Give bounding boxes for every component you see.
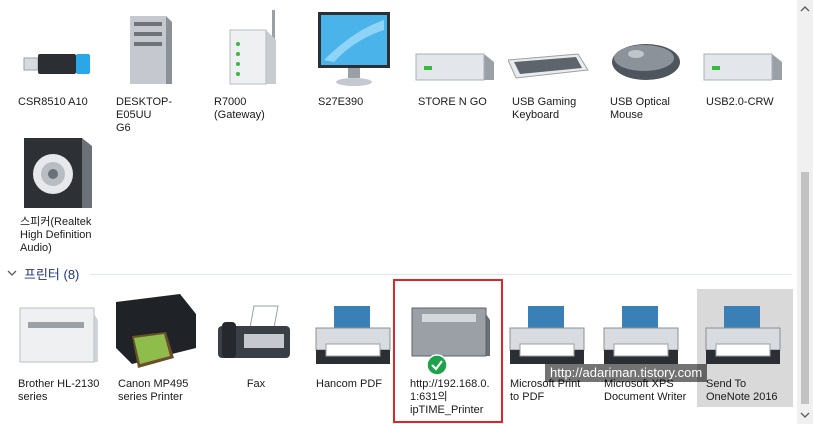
printer-label: Send To OneNote 2016: [706, 378, 778, 403]
speaker-icon: [24, 138, 92, 208]
inkjet-printer-icon: [116, 294, 196, 368]
vertical-scrollbar[interactable]: [797, 0, 813, 424]
device-desktop[interactable]: DESKTOP-E05UU G6: [112, 10, 196, 134]
watermark-text: http://adariman.tistory.com: [545, 364, 708, 382]
printer-fax[interactable]: Fax: [214, 292, 298, 412]
device-label: USB Gaming Keyboard: [512, 96, 577, 121]
group-divider: [90, 274, 792, 275]
keyboard-icon: [508, 53, 589, 79]
scroll-up-icon[interactable]: [800, 4, 810, 14]
mouse-icon: [612, 44, 680, 80]
printer-canon[interactable]: Canon MP495 series Printer: [114, 292, 198, 412]
device-label: USB2.0-CRW: [706, 96, 774, 108]
virtual-printer-icon: [705, 306, 781, 364]
device-keyboard[interactable]: USB Gaming Keyboard: [508, 10, 592, 121]
bluetooth-dongle-icon: [23, 54, 90, 74]
printers-group-header[interactable]: 프린터 (8): [6, 264, 79, 282]
scroll-down-icon[interactable]: [800, 410, 810, 420]
device-label: S27E390: [318, 96, 364, 108]
device-label: STORE N GO: [418, 96, 487, 108]
printer-brother[interactable]: Brother HL-2130 series: [14, 292, 99, 412]
device-label: USB Optical Mouse: [610, 96, 670, 121]
virtual-printer-icon: [509, 306, 585, 364]
device-csr8510[interactable]: CSR8510 A10: [14, 10, 98, 120]
scroll-thumb[interactable]: [801, 172, 809, 404]
device-mouse[interactable]: USB Optical Mouse: [606, 10, 690, 121]
device-card-reader[interactable]: USB2.0-CRW: [702, 10, 786, 120]
annotation-red-box: [393, 279, 503, 423]
router-icon: [229, 10, 276, 85]
printer-ms-print-to-pdf[interactable]: Microsoft Print to PDF: [506, 292, 590, 412]
device-speaker[interactable]: 스피커(Realtek High Definition Audio): [16, 132, 100, 258]
device-label: 스피커(Realtek High Definition Audio): [20, 216, 92, 254]
device-monitor[interactable]: S27E390: [314, 10, 398, 120]
device-router[interactable]: R7000 (Gateway): [210, 10, 294, 121]
chevron-down-icon[interactable]: [6, 267, 18, 279]
monitor-icon: [318, 12, 390, 86]
laser-printer-icon: [19, 307, 98, 363]
card-reader-icon: [703, 53, 782, 81]
printer-label: Fax: [246, 378, 266, 390]
device-label: R7000 (Gateway): [214, 96, 265, 121]
fax-icon: [218, 305, 290, 358]
usb-drive-icon: [415, 53, 494, 81]
printer-onenote[interactable]: Send To OneNote 2016: [702, 292, 786, 412]
printer-label: Hancom PDF: [316, 378, 383, 390]
device-label: DESKTOP-E05UU G6: [116, 96, 173, 134]
virtual-printer-icon: [315, 306, 391, 364]
virtual-printer-icon: [603, 306, 679, 364]
printer-label: Brother HL-2130 series: [18, 378, 100, 403]
device-store-n-go[interactable]: STORE N GO: [414, 10, 498, 120]
device-label: CSR8510 A10: [18, 96, 88, 108]
printer-label: Canon MP495 series Printer: [118, 378, 189, 403]
desktop-tower-icon: [130, 16, 172, 84]
devices-and-printers-view: CSR8510 A10 DESKTOP-E05UU G6 R7000 (Gate…: [0, 0, 797, 424]
printer-ms-xps[interactable]: Microsoft XPS Document Writer: [600, 292, 686, 412]
printer-hancom-pdf[interactable]: Hancom PDF: [312, 292, 396, 412]
printers-group-title: 프린터 (8): [24, 266, 80, 282]
